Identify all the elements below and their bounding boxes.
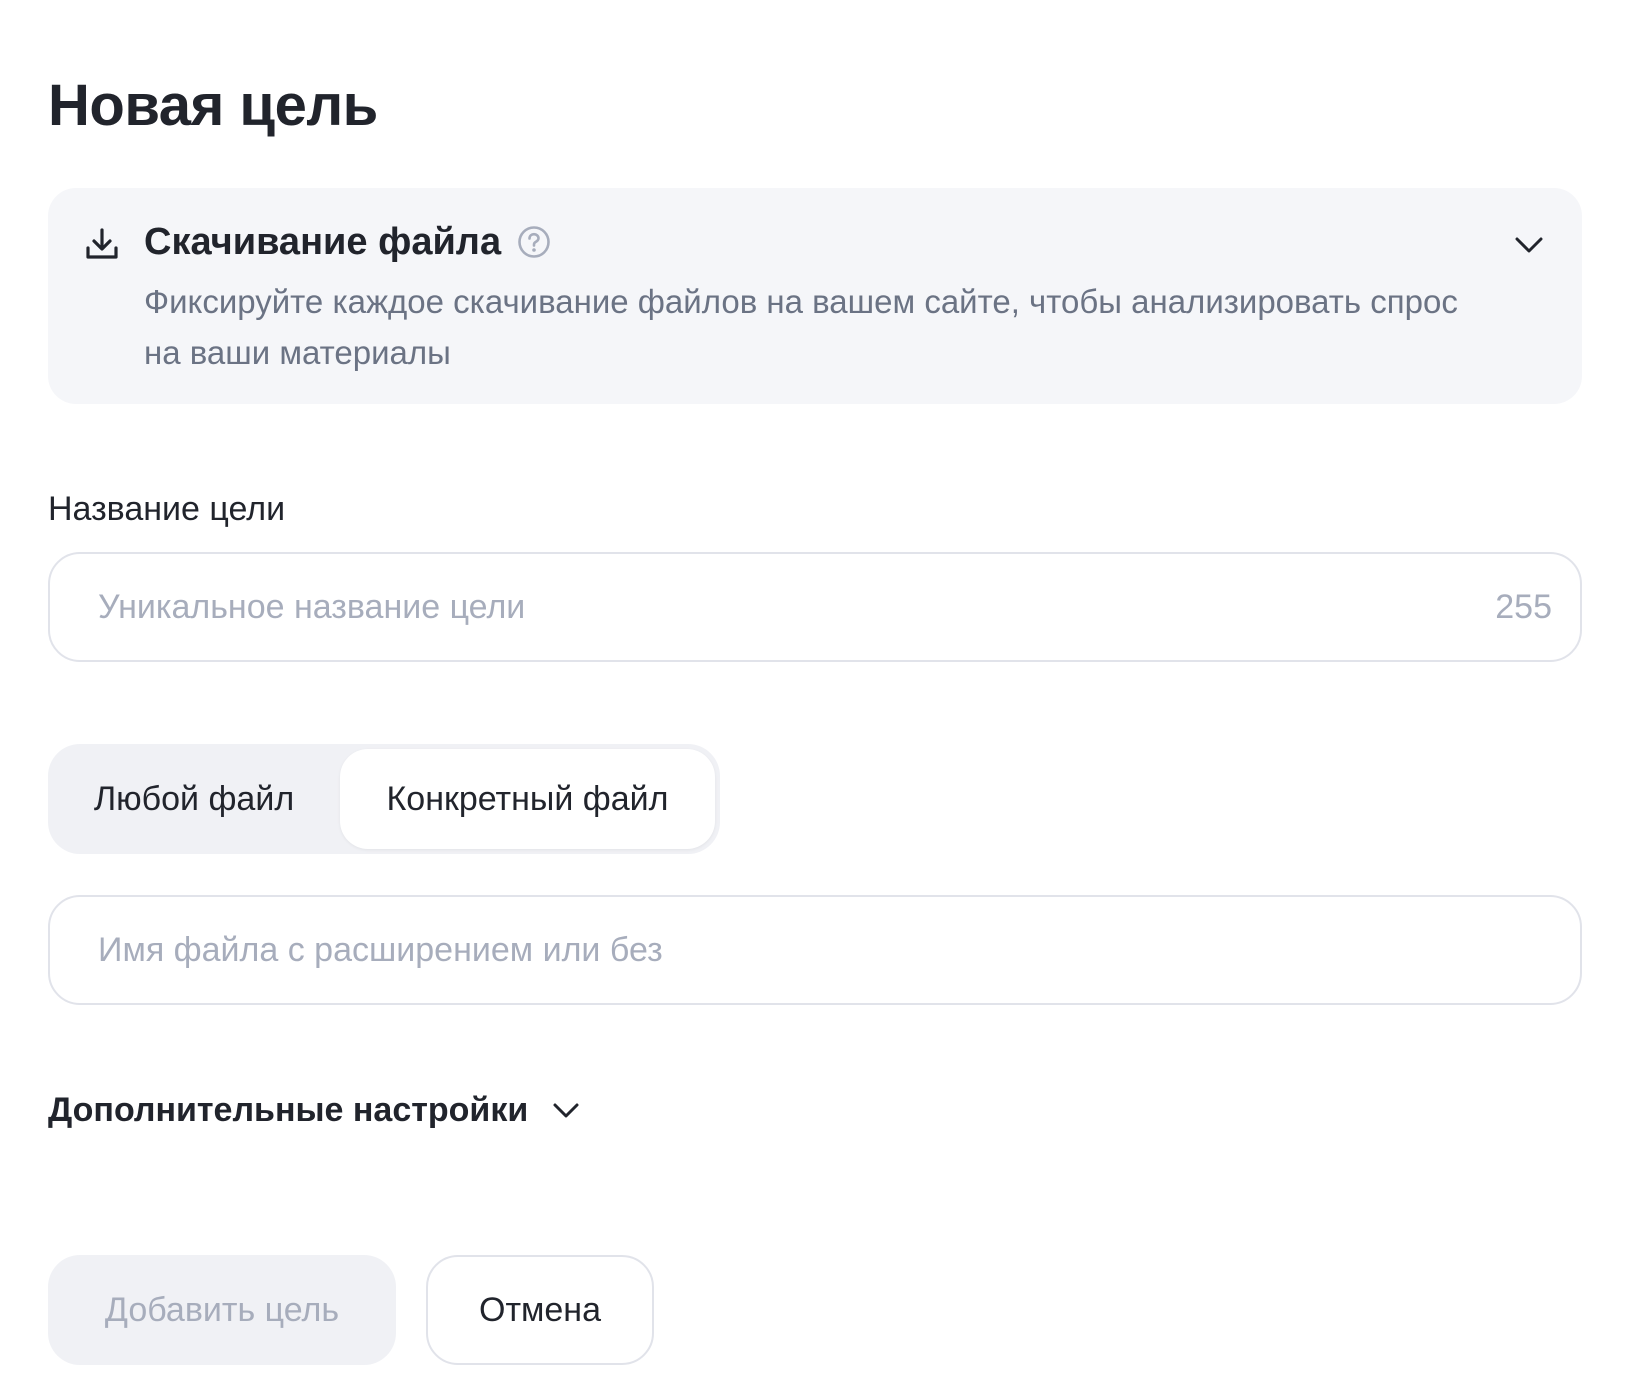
goal-type-card[interactable]: Скачивание файла Фиксируйте каждое скачи… [48,188,1582,404]
goal-name-field[interactable]: 255 [48,552,1582,662]
page-title: Новая цель [48,73,378,138]
download-icon [86,228,118,259]
add-goal-button[interactable]: Добавить цель [48,1255,396,1365]
advanced-settings-label: Дополнительные настройки [48,1091,529,1129]
goal-name-input[interactable] [98,554,1438,660]
goal-type-title-row: Скачивание файла [144,218,551,266]
char-counter: 255 [1495,588,1552,626]
chevron-down-icon[interactable] [1512,228,1546,262]
file-mode-switch: Любой файл Конкретный файл [48,744,720,854]
goal-type-title: Скачивание файла [144,221,502,263]
question-circle-icon[interactable] [517,225,551,259]
goal-name-label: Название цели [48,490,286,528]
segment-specific-file[interactable]: Конкретный файл [340,749,715,849]
chevron-down-icon [553,1103,579,1118]
segment-any-file[interactable]: Любой файл [53,749,335,849]
goal-type-description: Фиксируйте каждое скачивание файлов на в… [144,283,1458,371]
new-goal-page: Новая цель Скачивание файла Фиксируйте к… [0,0,1652,1398]
file-name-field[interactable] [48,895,1582,1005]
advanced-settings-toggle[interactable]: Дополнительные настройки [48,1088,582,1132]
cancel-button[interactable]: Отмена [426,1255,654,1365]
file-name-input[interactable] [98,897,1438,1003]
